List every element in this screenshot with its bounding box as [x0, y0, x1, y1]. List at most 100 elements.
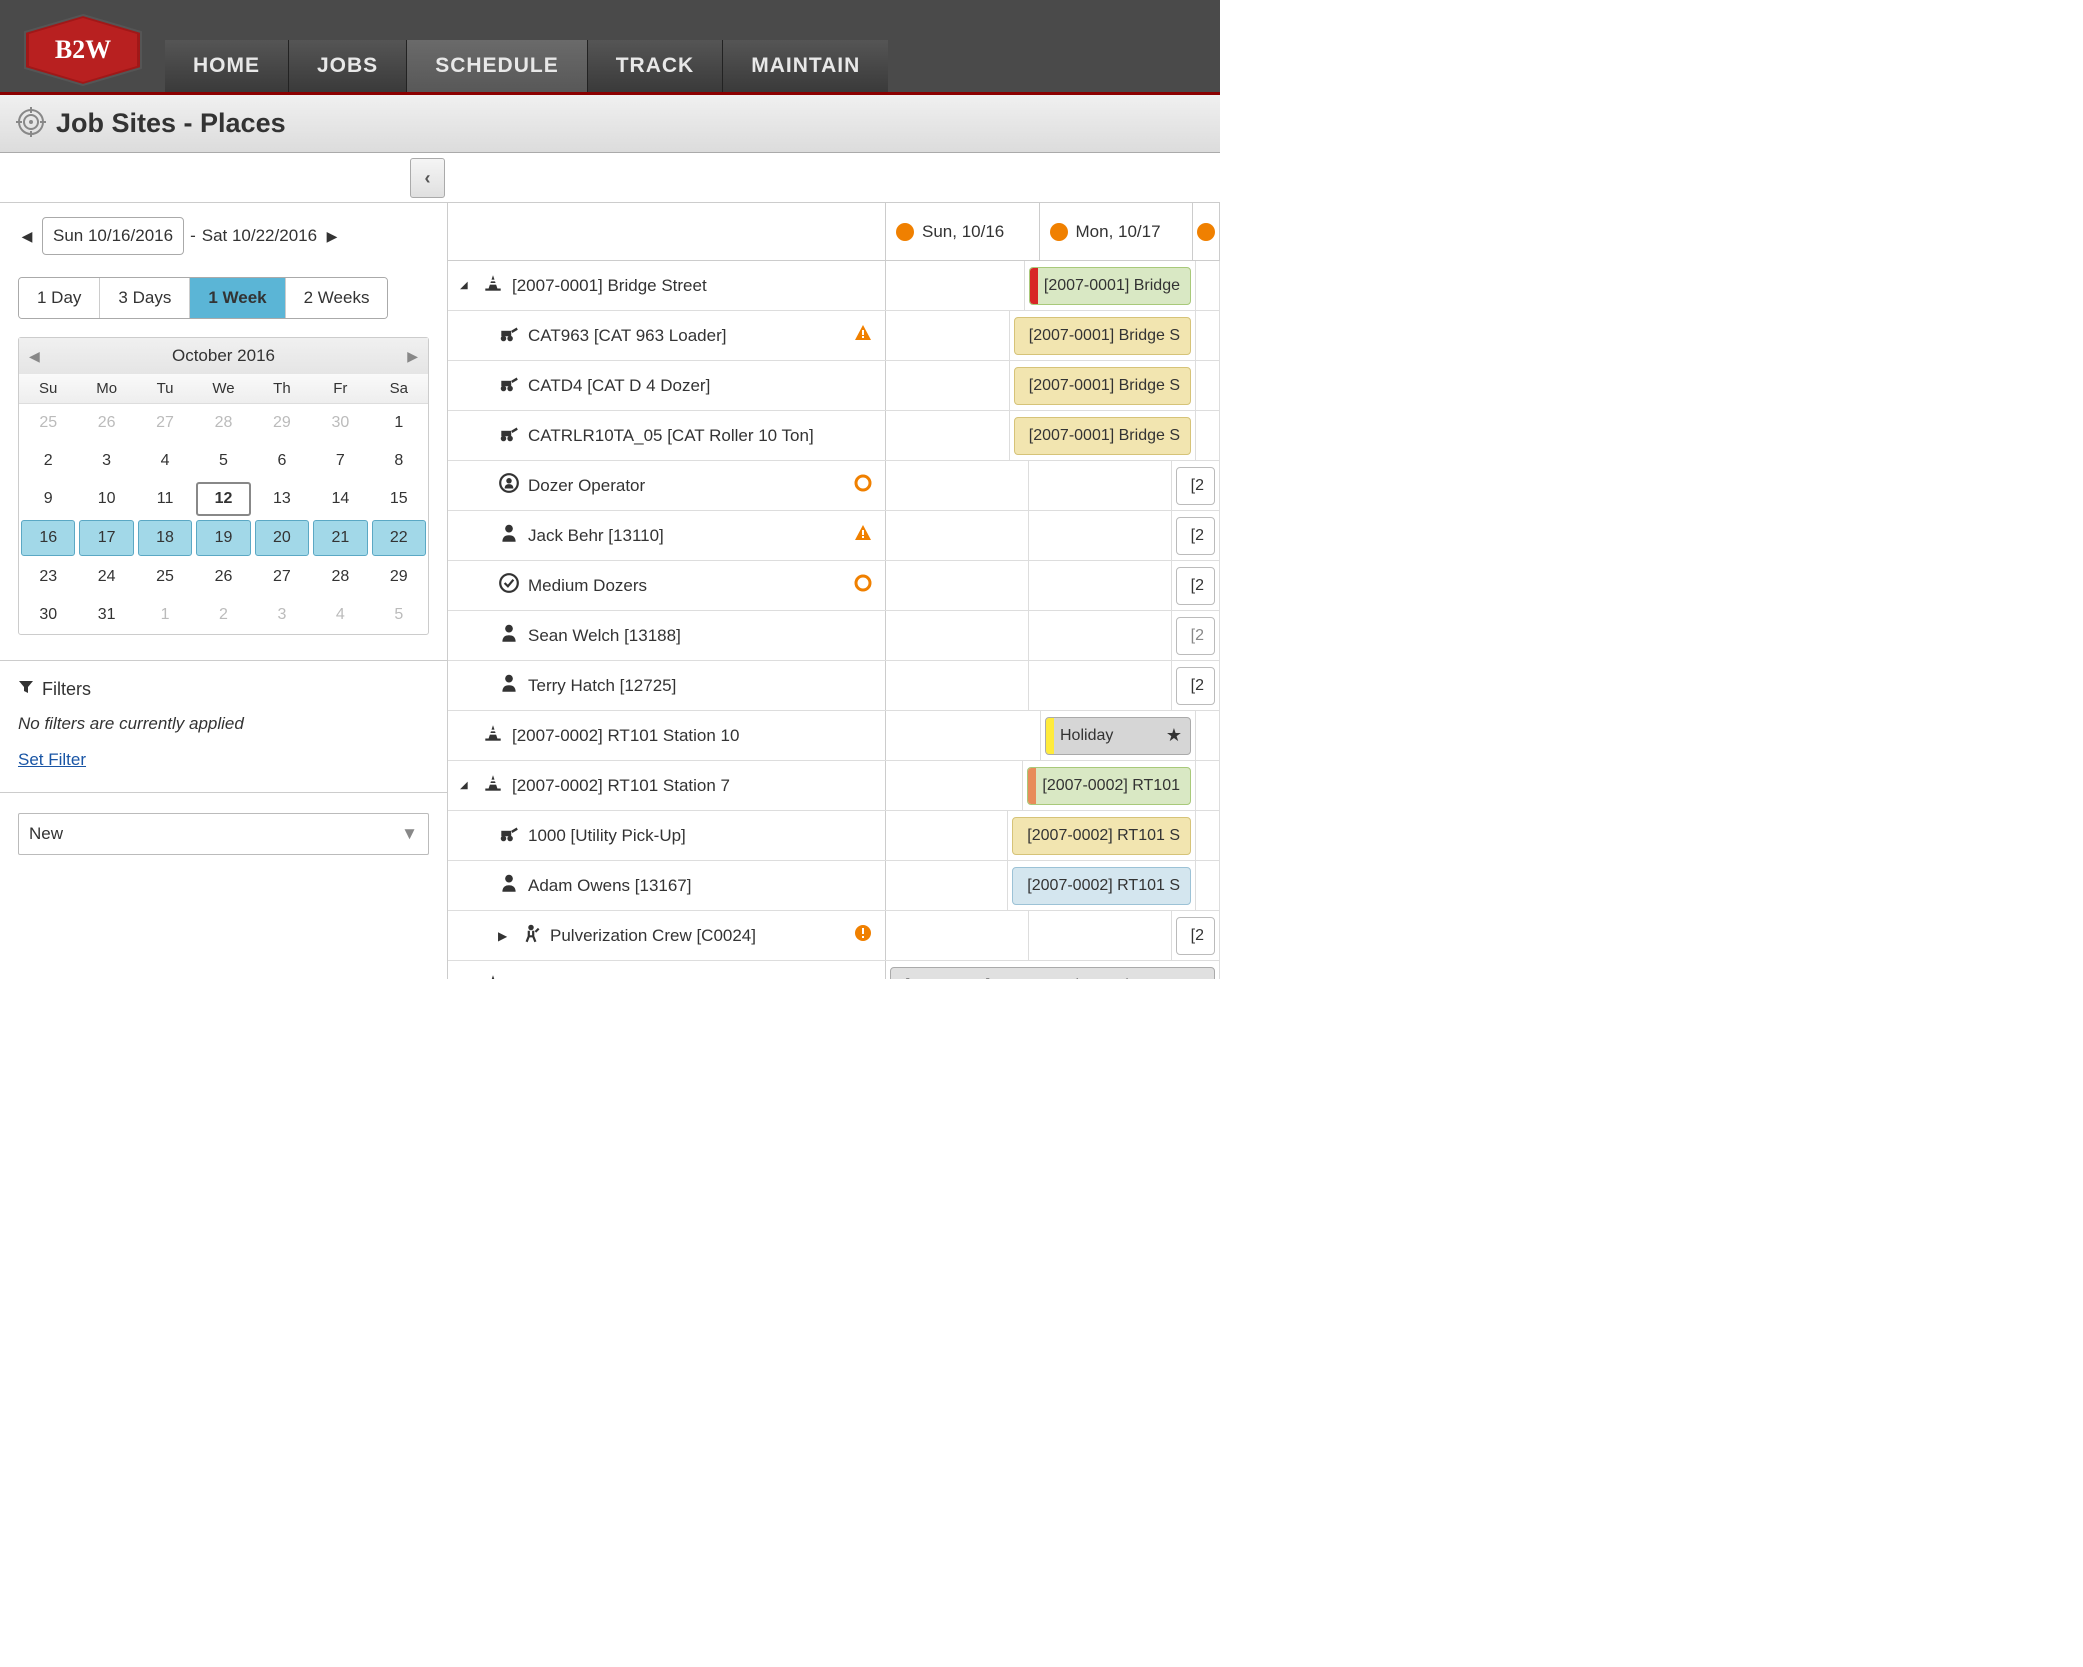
schedule-row-label[interactable]: CATRLR10TA_05 [CAT Roller 10 Ton] [448, 411, 886, 460]
schedule-row-label[interactable]: CATD4 [CAT D 4 Dozer] [448, 361, 886, 410]
cal-next-month[interactable]: ▶ [407, 348, 418, 365]
schedule-cell[interactable] [1196, 411, 1220, 460]
date-next-button[interactable]: ▶ [323, 227, 341, 245]
collapse-icon[interactable]: ◢ [460, 280, 474, 291]
nav-schedule[interactable]: SCHEDULE [406, 40, 587, 92]
calendar-day[interactable]: 5 [194, 442, 252, 480]
calendar-day[interactable]: 18 [138, 520, 192, 556]
calendar-day[interactable]: 30 [311, 404, 369, 442]
schedule-row-label[interactable]: Adam Owens [13167] [448, 861, 886, 910]
schedule-cell[interactable]: [2 [1172, 911, 1220, 960]
calendar-day[interactable]: 14 [311, 480, 369, 518]
schedule-cell[interactable] [1029, 511, 1172, 560]
schedule-bar[interactable]: [2 [1176, 517, 1215, 555]
calendar-day[interactable]: 4 [136, 442, 194, 480]
schedule-cell[interactable] [886, 811, 1008, 860]
schedule-cell[interactable] [1196, 361, 1220, 410]
schedule-cell[interactable] [886, 511, 1029, 560]
calendar-day[interactable]: 8 [370, 442, 428, 480]
calendar-day[interactable]: 1 [136, 596, 194, 634]
schedule-bar[interactable]: [2007-0001] Bridge S [1014, 367, 1191, 405]
calendar-day[interactable]: 12 [196, 482, 250, 516]
schedule-cell[interactable] [1196, 761, 1220, 810]
calendar-day[interactable]: 20 [255, 520, 309, 556]
schedule-cell[interactable] [1196, 811, 1220, 860]
calendar-day[interactable]: 3 [253, 596, 311, 634]
schedule-cell[interactable] [1196, 261, 1220, 310]
calendar-day[interactable]: 3 [77, 442, 135, 480]
schedule-cell[interactable]: [2007-0001] Bridge S [1010, 411, 1196, 460]
schedule-bar[interactable]: [2007-0002] RT101 [1027, 767, 1191, 805]
schedule-row-label[interactable]: 1000 [Utility Pick-Up] [448, 811, 886, 860]
calendar-day[interactable]: 26 [194, 558, 252, 596]
schedule-cell[interactable] [886, 411, 1010, 460]
schedule-cell[interactable]: [2007-0001] Bridge S [1010, 361, 1196, 410]
schedule-bar[interactable]: [2007-0001] Bridge [1029, 267, 1191, 305]
schedule-cell[interactable]: [2 [1172, 511, 1220, 560]
calendar-day[interactable]: 22 [372, 520, 426, 556]
calendar-day[interactable]: 29 [370, 558, 428, 596]
schedule-row-label[interactable]: Sean Welch [13188] [448, 611, 886, 660]
schedule-bar[interactable]: [2 [1176, 467, 1215, 505]
schedule-cell[interactable]: [2 [1172, 661, 1220, 710]
filter-select[interactable]: New ▼ [18, 813, 429, 855]
schedule-row-label[interactable]: ◢[2007-0002] RT101 Station 7 Phase 1 [448, 961, 886, 979]
start-date-input[interactable]: Sun 10/16/2016 [42, 217, 184, 255]
collapse-icon[interactable]: ◢ [460, 780, 474, 791]
nav-home[interactable]: HOME [165, 40, 288, 92]
schedule-cell[interactable] [886, 861, 1008, 910]
calendar-day[interactable]: 27 [253, 558, 311, 596]
schedule-cell[interactable]: [2007-0002] RT101 Station 7 Phase 1 [886, 961, 1220, 979]
schedule-cell[interactable]: [2007-0002] RT101 S [1008, 811, 1196, 860]
calendar-day[interactable]: 2 [194, 596, 252, 634]
schedule-cell[interactable] [886, 611, 1029, 660]
schedule-cell[interactable] [886, 711, 1041, 760]
calendar-day[interactable]: 19 [196, 520, 250, 556]
schedule-cell[interactable] [1196, 861, 1220, 910]
schedule-cell[interactable] [1029, 561, 1172, 610]
schedule-cell[interactable]: [2 [1172, 461, 1220, 510]
nav-jobs[interactable]: JOBS [288, 40, 406, 92]
schedule-bar[interactable]: [2007-0001] Bridge S [1014, 417, 1191, 455]
calendar-day[interactable]: 30 [19, 596, 77, 634]
schedule-cell[interactable]: [2007-0002] RT101 S [1008, 861, 1196, 910]
schedule-row-label[interactable]: CAT963 [CAT 963 Loader] [448, 311, 886, 360]
schedule-cell[interactable] [886, 311, 1010, 360]
calendar-day[interactable]: 6 [253, 442, 311, 480]
calendar-day[interactable]: 2 [19, 442, 77, 480]
calendar-day[interactable]: 1 [370, 404, 428, 442]
calendar-day[interactable]: 13 [253, 480, 311, 518]
view-1week[interactable]: 1 Week [190, 278, 285, 318]
schedule-row-label[interactable]: Terry Hatch [12725] [448, 661, 886, 710]
schedule-cell[interactable] [886, 911, 1029, 960]
expand-icon[interactable]: ▶ [498, 929, 512, 943]
calendar-day[interactable]: 10 [77, 480, 135, 518]
schedule-cell[interactable]: [2007-0001] Bridge S [1010, 311, 1196, 360]
schedule-row-label[interactable]: ◢[2007-0001] Bridge Street [448, 261, 886, 310]
schedule-bar[interactable]: [2007-0002] RT101 S [1012, 867, 1191, 905]
calendar-day[interactable]: 29 [253, 404, 311, 442]
calendar-day[interactable]: 16 [21, 520, 75, 556]
calendar-day[interactable]: 9 [19, 480, 77, 518]
schedule-bar[interactable]: [2 [1176, 667, 1215, 705]
schedule-cell[interactable]: [2 [1172, 611, 1220, 660]
schedule-bar[interactable]: Holiday [1045, 717, 1191, 755]
schedule-cell[interactable]: Holiday [1041, 711, 1196, 760]
schedule-cell[interactable] [1029, 911, 1172, 960]
view-1day[interactable]: 1 Day [19, 278, 100, 318]
schedule-row-label[interactable]: ▶Pulverization Crew [C0024] [448, 911, 886, 960]
schedule-cell[interactable]: [2007-0001] Bridge [1025, 261, 1196, 310]
schedule-cell[interactable] [886, 761, 1023, 810]
calendar-day[interactable]: 26 [77, 404, 135, 442]
schedule-row-label[interactable]: Medium Dozers [448, 561, 886, 610]
schedule-cell[interactable] [1029, 611, 1172, 660]
view-2weeks[interactable]: 2 Weeks [286, 278, 388, 318]
calendar-day[interactable]: 28 [194, 404, 252, 442]
calendar-day[interactable]: 11 [136, 480, 194, 518]
calendar-day[interactable]: 23 [19, 558, 77, 596]
day-column-mon[interactable]: Mon, 10/17 [1040, 203, 1194, 260]
calendar-day[interactable]: 25 [136, 558, 194, 596]
schedule-cell[interactable] [886, 261, 1025, 310]
collapse-sidebar-button[interactable]: ‹ [410, 158, 445, 198]
schedule-bar[interactable]: [2 [1176, 567, 1215, 605]
